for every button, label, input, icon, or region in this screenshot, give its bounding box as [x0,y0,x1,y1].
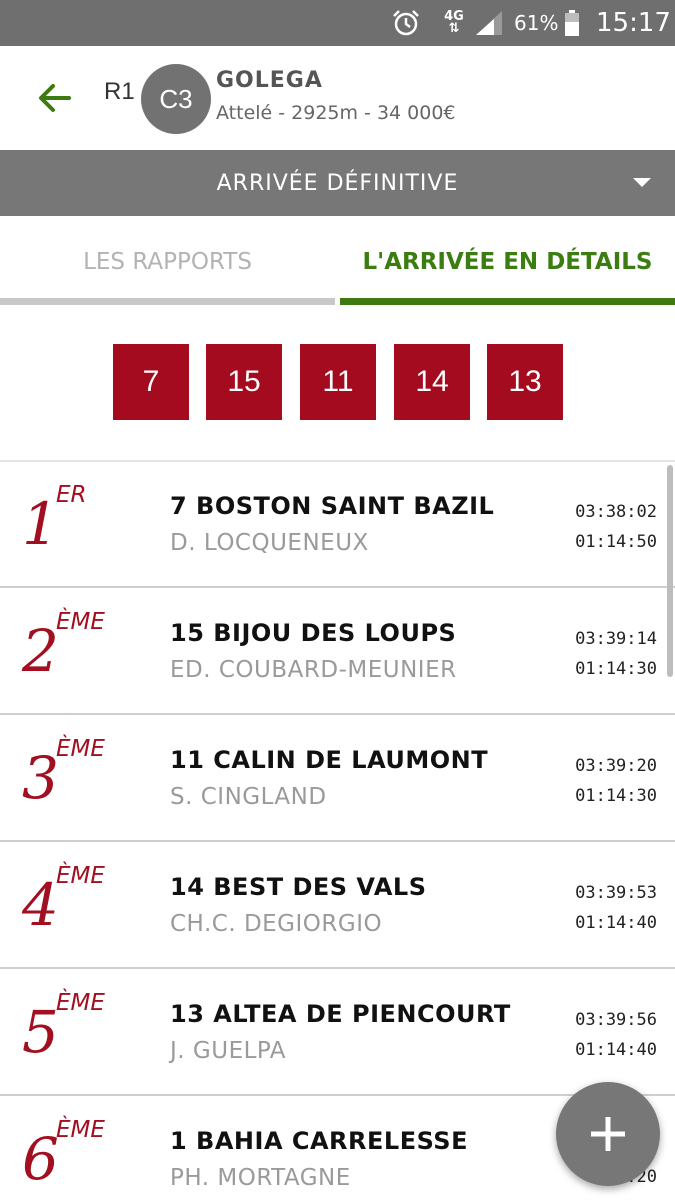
place-number: 1 [22,490,59,558]
arrival-number: 13 [487,344,563,420]
driver-name: D. LOCQUENEUX [170,530,369,556]
result-row[interactable]: 4 ÈME 14 BEST DES VALS CH.C. DEGIORGIO 0… [0,843,675,969]
driver-name: J. GUELPA [170,1038,287,1064]
reduction-time: 01:14:50 [575,532,657,552]
race-time: 03:39:53 [575,883,657,903]
dropdown-label: ARRIVÉE DÉFINITIVE [216,170,459,196]
race-info: Attelé - 2925m - 34 000€ [216,102,456,124]
horse-name: 15 BIJOU DES LOUPS [170,619,457,647]
race-time: 03:39:20 [575,756,657,776]
place-label: 2 ÈME [22,607,162,697]
tab-bar: LES RAPPORTS L'ARRIVÉE EN DÉTAILS [0,216,675,308]
place-suffix: ÈME [56,863,105,889]
results-list[interactable]: 1 ER 7 BOSTON SAINT BAZIL D. LOCQUENEUX … [0,460,675,1200]
battery-percent: 61% [514,11,559,35]
place-suffix: ER [56,482,87,508]
arrival-number: 14 [394,344,470,420]
place-number: 2 [22,617,59,685]
list-scrollbar[interactable] [667,465,673,677]
data-arrows-icon: ⇅ [448,21,460,36]
driver-name: CH.C. DEGIORGIO [170,911,383,937]
place-label: 5 ÈME [22,988,162,1078]
tab-indicator-active [340,298,675,305]
caret-down-icon [633,178,651,187]
add-button[interactable] [556,1082,660,1186]
reduction-time: 01:14:30 [575,786,657,806]
arrival-number: 15 [206,344,282,420]
horse-name: 7 BOSTON SAINT BAZIL [170,492,495,520]
place-number: 3 [22,744,59,812]
place-label: 4 ÈME [22,861,162,951]
result-row[interactable]: 3 ÈME 11 CALIN DE LAUMONT S. CINGLAND 03… [0,716,675,842]
driver-name: S. CINGLAND [170,784,327,810]
status-bar: 4G ⇅ 61% 15:17 [0,0,675,46]
result-row[interactable]: 1 ER 7 BOSTON SAINT BAZIL D. LOCQUENEUX … [0,462,675,588]
tab-rapports[interactable]: LES RAPPORTS [0,216,335,308]
battery-icon [562,0,582,46]
tab-indicator-inactive [0,298,335,305]
arrival-number: 11 [300,344,376,420]
result-row[interactable]: 2 ÈME 15 BIJOU DES LOUPS ED. COUBARD-MEU… [0,589,675,715]
network-indicator: 4G ⇅ [440,0,468,46]
reduction-time: 01:14:40 [575,1040,657,1060]
back-button[interactable] [30,74,78,122]
horse-name: 1 BAHIA CARRELESSE [170,1127,468,1155]
result-row[interactable]: 5 ÈME 13 ALTEA DE PIENCOURT J. GUELPA 03… [0,970,675,1096]
reduction-time: 01:14:40 [575,913,657,933]
place-number: 6 [22,1125,59,1193]
alarm-icon [390,0,422,46]
arrival-numbers: 7 15 11 14 13 [0,344,675,420]
race-time: 03:39:56 [575,1010,657,1030]
clock: 15:17 [596,8,671,38]
race-time: 03:38:02 [575,502,657,522]
place-number: 5 [22,998,59,1066]
horse-name: 11 CALIN DE LAUMONT [170,746,489,774]
signal-icon [474,0,506,46]
course-badge: C3 [141,64,211,134]
place-suffix: ÈME [56,990,105,1016]
arrival-type-dropdown[interactable]: ARRIVÉE DÉFINITIVE [0,150,675,216]
plus-icon [591,1117,625,1151]
race-header: R1 C3 GOLEGA Attelé - 2925m - 34 000€ [0,46,675,150]
reduction-time: 01:14:30 [575,659,657,679]
race-time: 03:39:14 [575,629,657,649]
place-label: 3 ÈME [22,734,162,824]
horse-name: 13 ALTEA DE PIENCOURT [170,1000,511,1028]
place-label: 1 ER [22,480,162,570]
place-suffix: ÈME [56,1117,105,1143]
arrival-number: 7 [113,344,189,420]
arrow-left-icon [39,84,71,112]
place-label: 6 ÈME [22,1115,162,1200]
place-suffix: ÈME [56,609,105,635]
reunion-label: R1 [104,78,135,105]
horse-name: 14 BEST DES VALS [170,873,427,901]
place-suffix: ÈME [56,736,105,762]
driver-name: PH. MORTAGNE [170,1165,351,1191]
driver-name: ED. COUBARD-MEUNIER [170,657,457,683]
place-number: 4 [22,871,59,939]
race-name: GOLEGA [216,68,323,93]
tab-arrivee-details[interactable]: L'ARRIVÉE EN DÉTAILS [340,216,675,308]
